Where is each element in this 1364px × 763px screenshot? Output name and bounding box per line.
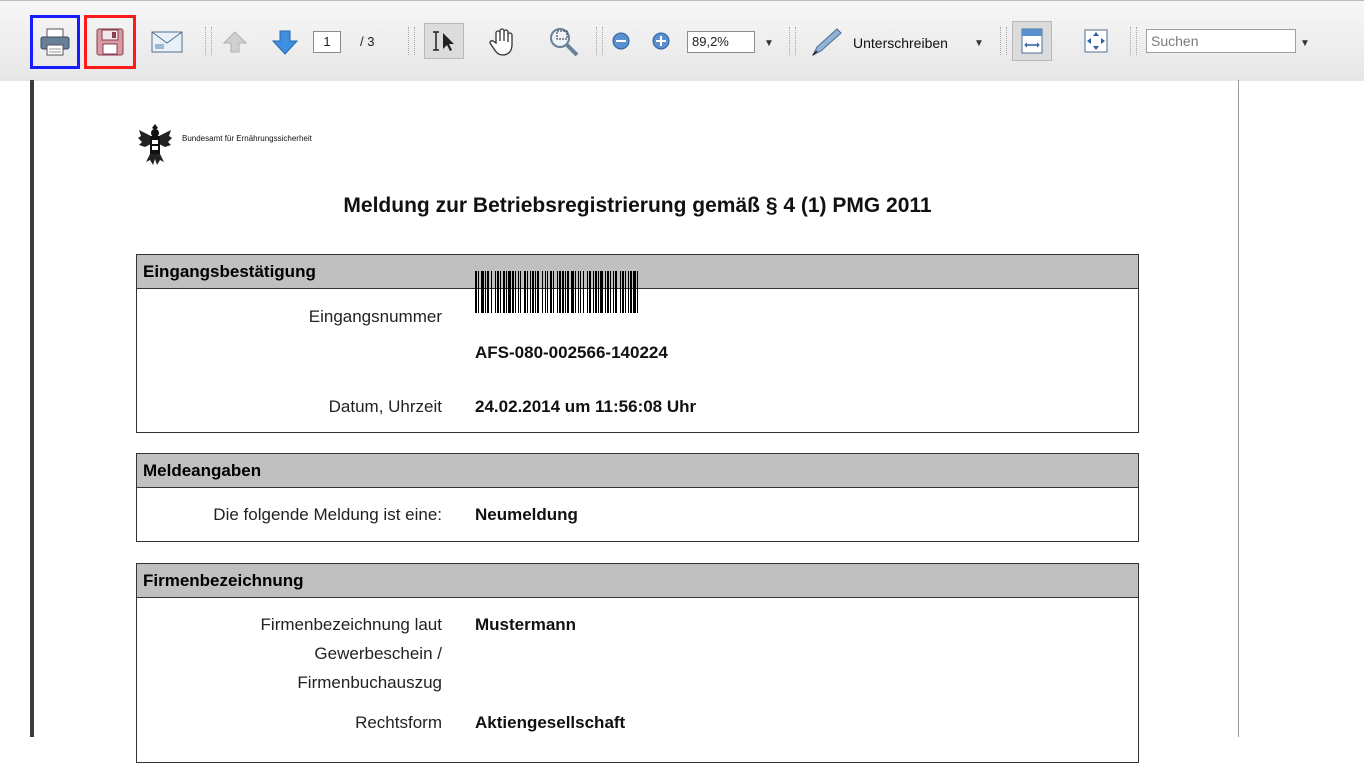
pdf-toolbar: 1 / 3 89,2% ▼ Unterschreiben ▼ Suchen ▼ [0, 0, 1364, 81]
zoom-in-icon [652, 32, 670, 50]
field-label: Eingangsnummer [308, 307, 442, 326]
pen-icon [811, 28, 842, 57]
sign-dropdown-arrow[interactable]: ▼ [974, 38, 984, 49]
previous-page-button[interactable] [220, 27, 250, 57]
document-title: Meldung zur Betriebsregistrierung gemäß … [343, 194, 932, 217]
save-icon [96, 28, 124, 56]
search-input[interactable]: Suchen [1146, 29, 1296, 53]
field-value: Neumeldung [475, 505, 578, 524]
print-button[interactable] [36, 25, 74, 59]
toolbar-separator [789, 27, 796, 55]
toolbar-separator [1000, 27, 1007, 55]
field-label: Datum, Uhrzeit [328, 397, 442, 416]
barcode-image [475, 271, 638, 313]
toolbar-separator [205, 27, 212, 55]
section-meldeangaben: Meldeangaben Die folgende Meldung ist ei… [136, 453, 1139, 542]
save-button[interactable] [90, 25, 130, 59]
zoom-dropdown-arrow[interactable]: ▼ [764, 38, 774, 49]
sign-pen-button[interactable] [806, 25, 846, 59]
zoom-marquee-icon [550, 28, 579, 57]
zoom-out-button[interactable] [609, 29, 633, 53]
zoom-in-button[interactable] [649, 29, 673, 53]
section-eingangsbestaetigung: Eingangsbestätigung Eingangsnummer AFS-0… [136, 254, 1139, 433]
search-dropdown-arrow[interactable]: ▼ [1300, 38, 1310, 49]
field-value: Mustermann [475, 615, 577, 634]
next-page-button[interactable] [268, 27, 302, 57]
field-value: Aktiengesellschaft [475, 713, 626, 732]
field-label: Rechtsform [355, 713, 442, 732]
fit-page-button[interactable] [1080, 25, 1112, 57]
fit-width-icon [1021, 28, 1043, 54]
document-left-border [30, 80, 34, 737]
field-label: Gewerbeschein / [314, 644, 442, 663]
hand-tool-button[interactable] [484, 25, 520, 59]
arrow-up-icon [222, 31, 248, 53]
fit-page-icon [1084, 29, 1108, 53]
print-icon [40, 28, 70, 56]
field-label: Die folgende Meldung ist eine: [213, 505, 442, 524]
section-header: Meldeangaben [137, 454, 1138, 488]
select-tool-button[interactable] [424, 23, 464, 59]
field-label: Firmenbuchauszug [297, 673, 442, 692]
toolbar-separator [1130, 27, 1137, 55]
document-right-border [1238, 80, 1239, 737]
page-number-input[interactable]: 1 [313, 31, 341, 53]
text-select-icon [433, 31, 454, 51]
hand-icon [489, 28, 513, 56]
zoom-out-icon [612, 32, 630, 50]
marquee-zoom-button[interactable] [543, 23, 583, 59]
arrow-down-icon [271, 30, 299, 55]
austrian-eagle-logo [138, 124, 172, 165]
field-label: Firmenbezeichnung laut [260, 615, 442, 634]
zoom-input[interactable]: 89,2% [687, 31, 755, 53]
toolbar-separator [408, 27, 415, 55]
section-firmenbezeichnung: Firmenbezeichnung Firmenbezeichnung laut… [136, 563, 1139, 763]
email-button[interactable] [148, 25, 186, 59]
agency-name: Bundesamt für Ernährungssicherheit [182, 134, 312, 143]
toolbar-separator [596, 27, 603, 55]
section-header: Firmenbezeichnung [137, 564, 1138, 598]
email-icon [151, 31, 183, 53]
page-total: / 3 [360, 34, 375, 49]
sign-label[interactable]: Unterschreiben [853, 35, 948, 51]
field-value: 24.02.2014 um 11:56:08 Uhr [475, 397, 697, 416]
fit-width-button[interactable] [1012, 21, 1052, 61]
field-value: AFS-080-002566-140224 [475, 343, 668, 362]
